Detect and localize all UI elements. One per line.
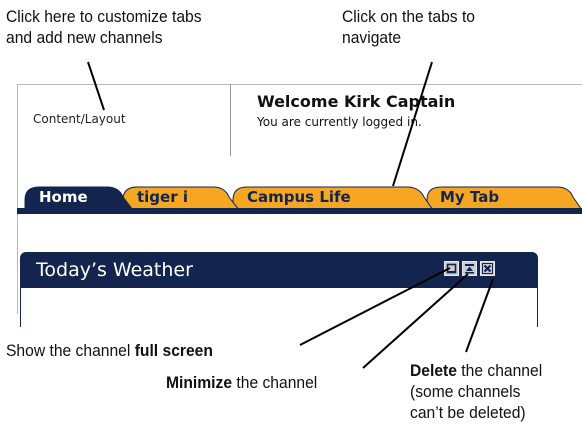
- callout-line-minimize: [362, 273, 469, 369]
- callout-line-content-layout: [87, 61, 105, 111]
- callout-lines: [87, 61, 494, 369]
- callout-line-full-screen: [299, 267, 451, 346]
- callout-line-delete: [465, 278, 494, 353]
- callout-line-tabs: [392, 61, 433, 187]
